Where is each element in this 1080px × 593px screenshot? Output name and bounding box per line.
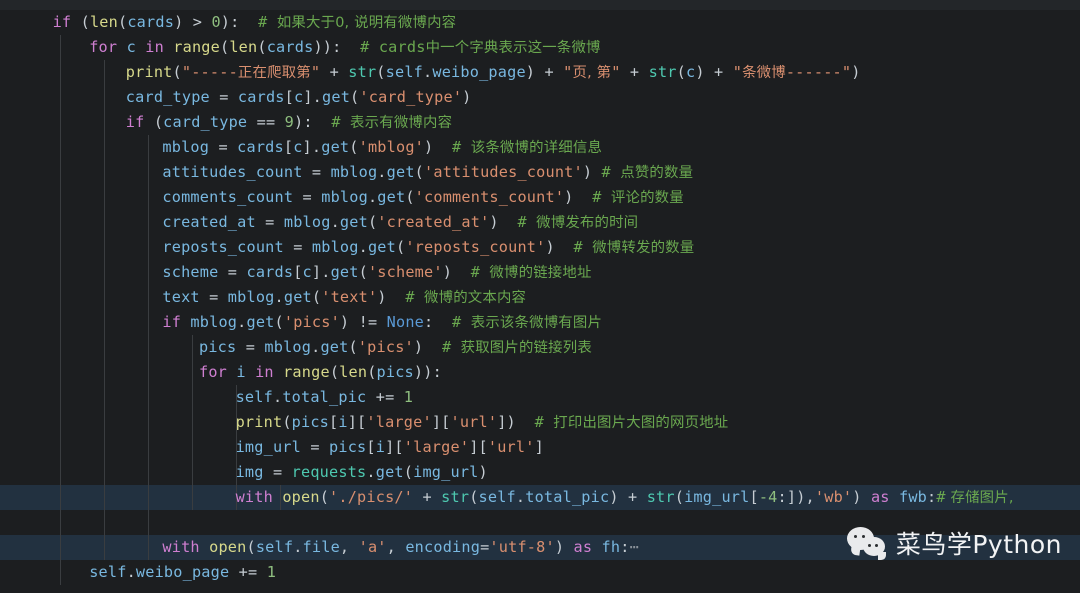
code-line[interactable]: self.total_pic += 1 <box>0 385 1080 410</box>
code-line[interactable] <box>0 510 1080 535</box>
code-line[interactable]: card_type = cards[c].get('card_type') <box>0 85 1080 110</box>
code-line-text: comments_count = mblog.get('comments_cou… <box>162 188 684 206</box>
code-surface[interactable]: if (len(cards) > 0): # 如果大于0, 说明有微博内容 for… <box>0 0 1080 585</box>
code-line[interactable]: scheme = cards[c].get('scheme') # 微博的链接地… <box>0 260 1080 285</box>
code-editor[interactable]: if (len(cards) > 0): # 如果大于0, 说明有微博内容 for… <box>0 0 1080 593</box>
code-line-text: attitudes_count = mblog.get('attitudes_c… <box>162 163 694 181</box>
indent-guides <box>0 510 1080 535</box>
code-line-text: mblog = cards[c].get('mblog') # 该条微博的详细信… <box>162 138 603 156</box>
code-line-text: with open(self.file, 'a', encoding='utf-… <box>162 538 639 556</box>
code-line-text: if mblog.get('pics') != None: # 表示该条微博有图… <box>162 313 603 331</box>
code-line[interactable]: with open(self.file, 'a', encoding='utf-… <box>0 535 1080 560</box>
code-line-text: img_url = pics[i]['large']['url'] <box>235 438 544 456</box>
code-line[interactable]: print(pics[i]['large']['url']) # 打印出图片大图… <box>0 410 1080 435</box>
code-line-text: if (len(cards) > 0): # 如果大于0, 说明有微博内容 <box>52 13 457 31</box>
code-line[interactable]: attitudes_count = mblog.get('attitudes_c… <box>0 160 1080 185</box>
code-line[interactable]: with open('./pics/' + str(self.total_pic… <box>0 485 1080 510</box>
code-line[interactable]: text = mblog.get('text') # 微博的文本内容 <box>0 285 1080 310</box>
code-line[interactable]: for c in range(len(cards)): # cards中一个字典… <box>0 35 1080 60</box>
code-line-text: with open('./pics/' + str(self.total_pic… <box>235 488 1014 506</box>
code-line-text: self.total_pic += 1 <box>235 388 414 406</box>
code-line[interactable]: reposts_count = mblog.get('reposts_count… <box>0 235 1080 260</box>
code-line[interactable]: if (card_type == 9): # 表示有微博内容 <box>0 110 1080 135</box>
code-line-text: img = requests.get(img_url) <box>235 463 488 481</box>
code-line[interactable]: created_at = mblog.get('created_at') # 微… <box>0 210 1080 235</box>
code-line-text: for i in range(len(pics)): <box>199 363 442 381</box>
code-line-text: print("-----正在爬取第" + str(self.weibo_page… <box>125 63 861 81</box>
code-line-text: reposts_count = mblog.get('reposts_count… <box>162 238 695 256</box>
code-line[interactable]: if (len(cards) > 0): # 如果大于0, 说明有微博内容 <box>0 10 1080 35</box>
code-line[interactable]: img_url = pics[i]['large']['url'] <box>0 435 1080 460</box>
code-line[interactable]: pics = mblog.get('pics') # 获取图片的链接列表 <box>0 335 1080 360</box>
code-line-text: scheme = cards[c].get('scheme') # 微博的链接地… <box>162 263 592 281</box>
code-line[interactable]: print("-----正在爬取第" + str(self.weibo_page… <box>0 60 1080 85</box>
code-line-text: pics = mblog.get('pics') # 获取图片的链接列表 <box>199 338 592 356</box>
code-line[interactable]: for i in range(len(pics)): <box>0 360 1080 385</box>
code-line[interactable]: mblog = cards[c].get('mblog') # 该条微博的详细信… <box>0 135 1080 160</box>
code-line-text: created_at = mblog.get('created_at') # 微… <box>162 213 639 231</box>
code-line[interactable]: self.weibo_page += 1 <box>0 560 1080 585</box>
code-line-text: if (card_type == 9): # 表示有微博内容 <box>125 113 453 131</box>
code-line-text: for c in range(len(cards)): # cards中一个字典… <box>89 38 601 56</box>
code-line-text: print(pics[i]['large']['url']) # 打印出图片大图… <box>235 413 729 431</box>
code-line-text: text = mblog.get('text') # 微博的文本内容 <box>162 288 527 306</box>
code-line-text: self.weibo_page += 1 <box>89 563 277 581</box>
code-line-text: card_type = cards[c].get('card_type') <box>125 88 472 106</box>
code-line[interactable]: img = requests.get(img_url) <box>0 460 1080 485</box>
code-line[interactable]: comments_count = mblog.get('comments_cou… <box>0 185 1080 210</box>
code-line[interactable]: if mblog.get('pics') != None: # 表示该条微博有图… <box>0 310 1080 335</box>
